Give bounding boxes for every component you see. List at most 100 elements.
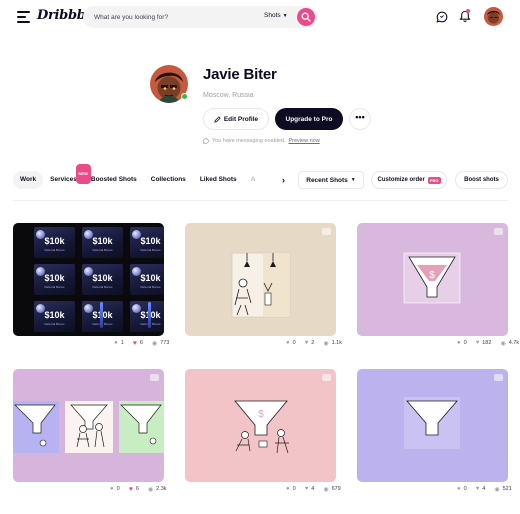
comment-count: 0 (463, 486, 467, 492)
eye-icon: ◉ (494, 486, 500, 493)
tab-services[interactable]: Services NEW (43, 164, 91, 189)
shot-illustration (404, 397, 460, 449)
customize-order-button[interactable]: Customize order PRO (371, 171, 447, 189)
tile-amount: $10k (92, 273, 113, 283)
more-options-button[interactable]: ••• (349, 108, 371, 130)
like-count: 6 (139, 340, 143, 346)
heart-icon[interactable]: ♥ (133, 340, 137, 347)
heart-icon[interactable]: ♥ (476, 486, 480, 492)
tile-caption: Referral Bonus (44, 322, 65, 326)
comment-icon: ● (457, 340, 461, 346)
comment-icon: ● (110, 486, 114, 492)
referral-tile: $10k Referral Bonus (130, 301, 164, 332)
sort-label: Recent Shots (306, 176, 348, 184)
heart-icon[interactable]: ♥ (305, 486, 309, 492)
referral-tile: $10k Referral Bonus (34, 264, 75, 295)
comment-icon: ● (114, 340, 118, 346)
like-count: 182 (482, 340, 492, 346)
comment-icon: ● (286, 340, 290, 346)
chevron-right-icon[interactable]: › (282, 175, 285, 185)
profile-location: Moscow, Russia (203, 92, 254, 99)
multi-shot-icon (322, 374, 331, 381)
tile-caption: Referral Bonus (92, 248, 113, 252)
heart-icon[interactable]: ♥ (305, 340, 309, 346)
shot-card[interactable] (185, 223, 336, 336)
shot-card[interactable]: $ (357, 223, 508, 336)
shot-card[interactable]: $10k Referral Bonus $10k Referral Bonus $10k… (13, 223, 164, 336)
edit-profile-button[interactable]: Edit Profile (203, 108, 269, 130)
hamburger-icon[interactable] (17, 11, 30, 23)
tab-collections[interactable]: Collections (144, 171, 193, 189)
eye-icon: ◉ (147, 486, 154, 493)
tab-about[interactable]: A (244, 171, 263, 189)
comment-count: 0 (116, 486, 120, 492)
comment-icon: ● (286, 486, 290, 492)
tile-caption: Referral Bonus (44, 248, 65, 252)
shot-card[interactable] (357, 369, 508, 482)
multi-shot-icon (494, 374, 503, 381)
shot-stats: ● 0 ♥ 6 ◉ 2.3k (110, 484, 167, 494)
multi-shot-icon (494, 228, 503, 235)
view-count: 521 (502, 486, 512, 492)
messaging-note: You have messaging enabled. Preview now (203, 138, 320, 144)
upgrade-to-pro-button[interactable]: Upgrade to Pro (275, 108, 343, 130)
multi-shot-icon (322, 228, 331, 235)
tile-amount: $10k (44, 236, 65, 246)
shot-card[interactable]: $ (185, 369, 336, 482)
shot-stats: ● 0 ♥ 4 ◉ 521 (457, 484, 512, 494)
light-bar (100, 302, 103, 328)
tile-caption: Referral Bonus (140, 322, 161, 326)
heart-icon[interactable]: ♥ (476, 340, 480, 346)
tab-services-label: Services (50, 176, 77, 183)
comment-count: 0 (463, 340, 467, 346)
preview-now-link[interactable]: Preview now (289, 138, 320, 144)
referral-tile: $10k Referral Bonus (130, 264, 164, 295)
divider (13, 200, 508, 201)
tile-caption: Referral Bonus (140, 248, 161, 252)
customize-order-label: Customize order (377, 177, 425, 183)
chevron-down-icon: ▼ (350, 177, 356, 183)
profile-name: Javie Biter (203, 66, 277, 83)
view-count: 679 (331, 486, 341, 492)
like-count: 4 (482, 486, 486, 492)
tile-amount: $10k (140, 236, 161, 246)
comment-count: 0 (292, 486, 296, 492)
sort-dropdown[interactable]: Recent Shots ▼ (298, 171, 364, 189)
like-count: 2 (311, 340, 315, 346)
search-filter-label: Shots (264, 12, 281, 19)
referral-tile: $10k Referral Bonus (34, 301, 75, 332)
shot-illustration: $ (234, 400, 289, 454)
search-button[interactable] (297, 8, 315, 26)
pro-badge: PRO (427, 176, 441, 184)
like-count: 4 (311, 486, 315, 492)
shot-stats: ● 1 ♥ 6 ◉ 773 (114, 338, 169, 348)
multi-shot-icon (150, 374, 159, 381)
heart-icon[interactable]: ♥ (129, 486, 133, 493)
tab-work[interactable]: Work (13, 171, 44, 189)
referral-tile: $10k Referral Bonus (34, 227, 75, 258)
referral-tile: $10k Referral Bonus (82, 264, 123, 295)
shot-illustration: $ (403, 252, 461, 304)
shot-illustration (13, 401, 164, 453)
boost-shots-button[interactable]: Boost shots (455, 171, 508, 189)
svg-text:$: $ (258, 409, 264, 420)
eye-icon: ◉ (323, 340, 329, 347)
tab-liked-shots[interactable]: Liked Shots (193, 171, 244, 189)
user-avatar[interactable] (484, 7, 503, 26)
message-icon[interactable] (436, 11, 448, 23)
referral-tile: $10k Referral Bonus (82, 227, 123, 258)
search-icon (301, 12, 311, 22)
messaging-note-text: You have messaging enabled. (212, 138, 286, 144)
message-icon (203, 138, 209, 144)
svg-text:$: $ (429, 270, 435, 281)
tab-boosted-shots[interactable]: Boosted Shots (84, 171, 144, 189)
view-count: 1.1k (331, 340, 342, 346)
comment-icon: ● (457, 486, 461, 492)
search-input[interactable] (94, 10, 254, 24)
shot-card[interactable] (13, 369, 164, 482)
edit-profile-label: Edit Profile (223, 115, 259, 123)
top-navigation: Dribbble Shots▼ (0, 0, 520, 36)
search-filter-dropdown[interactable]: Shots ▼ (264, 12, 288, 19)
online-status-dot (181, 93, 188, 100)
shot-illustration (231, 252, 291, 318)
